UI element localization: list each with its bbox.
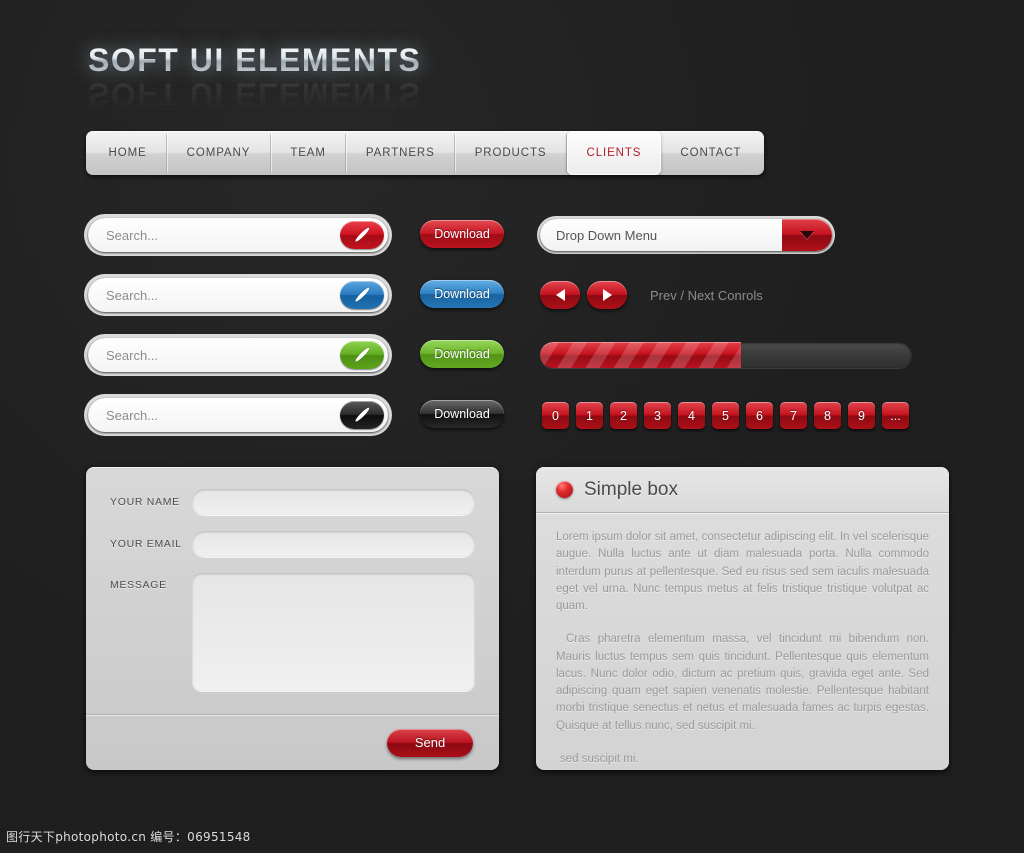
footer-watermark: 图行天下photophoto.cn 编号：06951548 [6, 830, 251, 844]
form-row-name: YOUR NAME [110, 489, 475, 515]
page-title: SOFT UI ELEMENTS [88, 42, 422, 78]
search-icon [351, 224, 374, 247]
triangle-left-icon [555, 289, 565, 301]
main-navigation: HOME COMPANY TEAM PARTNERS PRODUCTS CLIE… [86, 131, 764, 175]
search-icon [351, 344, 374, 367]
search-input-red[interactable] [88, 221, 340, 249]
email-field[interactable] [192, 531, 475, 557]
simple-box-body: Lorem ipsum dolor sit amet, consectetur … [536, 513, 949, 768]
prev-next-controls: Prev / Next Conrols [540, 281, 763, 309]
page-title-block: SOFT UI ELEMENTS SOFT UI ELEMENTS [88, 42, 422, 113]
nav-item-team[interactable]: TEAM [271, 134, 347, 172]
nav-item-products[interactable]: PRODUCTS [455, 134, 567, 172]
pagination-item[interactable]: 1 [576, 402, 603, 429]
progress-bar[interactable] [540, 342, 912, 368]
search-bar-green [88, 338, 388, 372]
prev-button[interactable] [540, 281, 580, 309]
simple-box-title: Simple box [584, 478, 678, 500]
pagination-item[interactable]: 6 [746, 402, 773, 429]
message-label: MESSAGE [110, 579, 167, 591]
search-icon [351, 404, 374, 427]
dropdown-menu[interactable]: Drop Down Menu [540, 219, 832, 251]
search-input-black[interactable] [88, 401, 340, 429]
pagination-item[interactable]: 0 [542, 402, 569, 429]
search-bar-red [88, 218, 388, 252]
pagination-item[interactable]: 8 [814, 402, 841, 429]
pagination-item-ellipsis[interactable]: ... [882, 402, 909, 429]
download-button-red[interactable]: Download [420, 220, 504, 248]
triangle-right-icon [602, 289, 612, 301]
search-button-black[interactable] [340, 401, 384, 429]
contact-form-panel: YOUR NAME YOUR EMAIL MESSAGE Send [86, 467, 499, 770]
name-label: YOUR NAME [110, 496, 180, 508]
nav-item-home[interactable]: HOME [89, 134, 168, 172]
search-input-blue[interactable] [88, 281, 340, 309]
search-bar-black [88, 398, 388, 432]
nav-item-company[interactable]: COMPANY [167, 134, 271, 172]
download-button-green[interactable]: Download [420, 340, 504, 368]
name-field[interactable] [192, 489, 475, 515]
dropdown-toggle-button[interactable] [782, 219, 832, 251]
form-row-message: MESSAGE [110, 573, 475, 691]
message-field[interactable] [192, 573, 475, 691]
pagination: 0 1 2 3 4 5 6 7 8 9 ... [542, 402, 909, 429]
nav-item-partners[interactable]: PARTNERS [346, 134, 456, 172]
prev-next-label: Prev / Next Conrols [650, 287, 763, 303]
pagination-item[interactable]: 9 [848, 402, 875, 429]
form-footer: Send [86, 714, 499, 770]
download-button-black[interactable]: Download [420, 400, 504, 428]
email-label: YOUR EMAIL [110, 538, 182, 550]
simple-box-panel: Simple box Lorem ipsum dolor sit amet, c… [536, 467, 949, 770]
simple-box-paragraph-1: Lorem ipsum dolor sit amet, consectetur … [556, 531, 929, 612]
download-button-blue[interactable]: Download [420, 280, 504, 308]
nav-item-clients[interactable]: CLIENTS [566, 131, 661, 175]
form-row-email: YOUR EMAIL [110, 531, 475, 557]
search-button-red[interactable] [340, 221, 384, 249]
simple-box-header: Simple box [536, 467, 949, 513]
search-icon [351, 284, 374, 307]
search-button-blue[interactable] [340, 281, 384, 309]
red-circle-icon [556, 481, 573, 498]
pagination-item[interactable]: 5 [712, 402, 739, 429]
dropdown-label: Drop Down Menu [556, 227, 658, 243]
pagination-item[interactable]: 7 [780, 402, 807, 429]
chevron-down-icon [800, 231, 814, 239]
nav-item-contact[interactable]: CONTACT [661, 134, 761, 172]
send-button[interactable]: Send [387, 728, 473, 757]
pagination-item[interactable]: 2 [610, 402, 637, 429]
simple-box-paragraph-2: Cras pharetra elementum massa, vel tinci… [556, 633, 929, 732]
pagination-item[interactable]: 4 [678, 402, 705, 429]
search-input-green[interactable] [88, 341, 340, 369]
simple-box-paragraph-3: sed suscipit mi. [560, 752, 639, 765]
next-button[interactable] [587, 281, 627, 309]
search-bar-blue [88, 278, 388, 312]
page-title-reflection: SOFT UI ELEMENTS [88, 76, 422, 113]
search-button-green[interactable] [340, 341, 384, 369]
pagination-item[interactable]: 3 [644, 402, 671, 429]
progress-bar-fill [540, 342, 741, 368]
